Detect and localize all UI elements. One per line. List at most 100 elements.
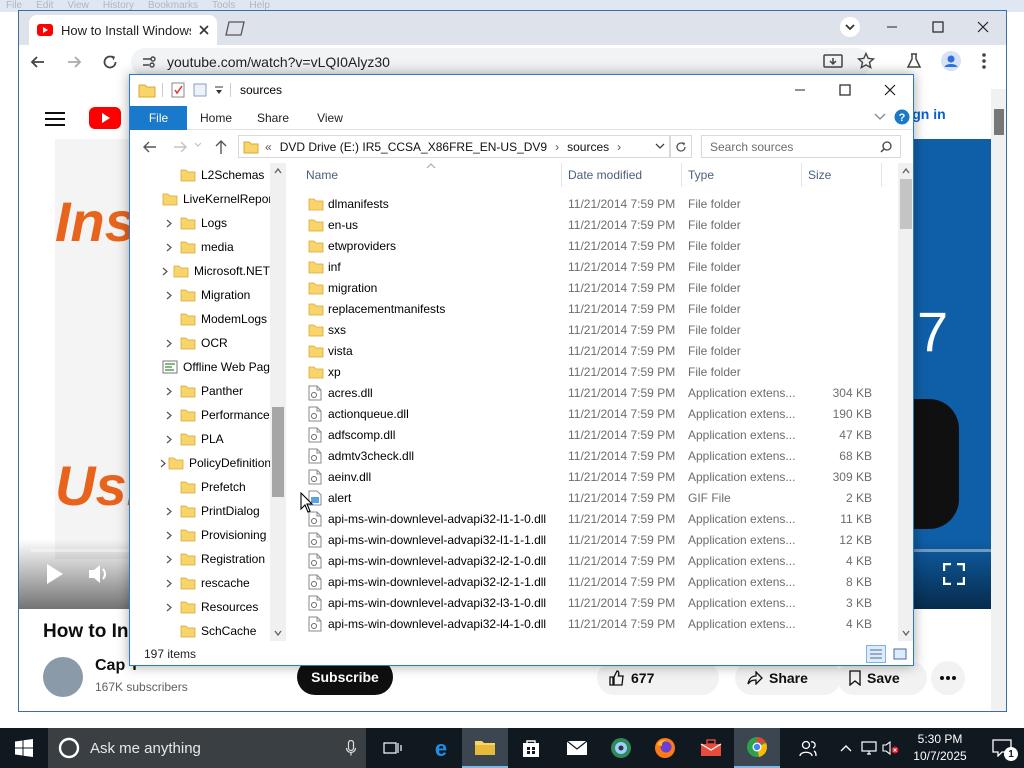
refresh-button[interactable] <box>670 135 692 158</box>
browser-tab-youtube[interactable]: How to Install Windows <box>29 15 217 45</box>
bookmark-star-icon[interactable] <box>857 52 875 70</box>
up-arrow-icon[interactable] <box>214 139 228 155</box>
nav-item[interactable]: Resources <box>130 595 270 619</box>
file-row[interactable]: acres.dll 11/21/2014 7:59 PM Application e… <box>300 382 898 403</box>
recent-locations-icon[interactable] <box>194 142 202 148</box>
column-header-type[interactable]: Type <box>682 163 802 187</box>
nav-item[interactable]: Offline Web Pages <box>130 355 270 379</box>
file-row[interactable]: sxs 11/21/2014 7:59 PM File folder <box>300 319 898 340</box>
scroll-down-arrow-icon[interactable] <box>898 625 913 641</box>
nav-item[interactable]: Prefetch <box>130 475 270 499</box>
nav-item[interactable]: Provisioning <box>130 523 270 547</box>
file-row[interactable]: api-ms-win-downlevel-advapi32-l1-1-1.dll… <box>300 529 898 550</box>
profile-avatar-icon[interactable] <box>941 51 961 71</box>
play-icon[interactable] <box>45 563 65 585</box>
explorer-address-bar[interactable]: « DVD Drive (E:) IR5_CCSA_X86FRE_EN-US_D… <box>238 135 670 158</box>
nav-item[interactable]: media <box>130 235 270 259</box>
youtube-logo-icon[interactable] <box>89 107 121 131</box>
new-tab-button[interactable] <box>223 19 247 37</box>
network-tray-button[interactable] <box>858 728 880 768</box>
nav-item[interactable]: Microsoft.NET <box>130 259 270 283</box>
expand-chevron-icon[interactable] <box>160 603 178 612</box>
action-center-button[interactable]: 1 <box>980 728 1024 768</box>
taskbar-store-button[interactable] <box>508 728 554 768</box>
expand-ribbon-icon[interactable] <box>874 113 886 121</box>
taskbar-search-box[interactable]: Ask me anything <box>48 728 366 768</box>
browser-close-button[interactable] <box>960 11 1006 43</box>
column-header-date-modified[interactable]: Date modified <box>562 163 682 187</box>
address-segment-drive[interactable]: DVD Drive (E:) IR5_CCSA_X86FRE_EN-US_DV9 <box>280 140 547 154</box>
expand-chevron-icon[interactable] <box>160 339 178 348</box>
taskbar-network-app-button[interactable] <box>598 728 644 768</box>
nav-item[interactable]: OCR <box>130 331 270 355</box>
ribbon-tab-share[interactable]: Share <box>248 105 298 130</box>
address-overflow[interactable]: « <box>265 140 272 154</box>
taskbar-clock[interactable]: 5:30 PM 10/7/2025 <box>902 731 978 765</box>
file-row[interactable]: aeinv.dll 11/21/2014 7:59 PM Application e… <box>300 466 898 487</box>
file-row[interactable]: api-ms-win-downlevel-advapi32-l2-1-1.dll… <box>300 571 898 592</box>
address-separator-icon[interactable]: › <box>555 140 559 154</box>
expand-chevron-icon[interactable] <box>160 531 178 540</box>
nav-item[interactable]: Logs <box>130 211 270 235</box>
ribbon-tab-file[interactable]: File <box>130 106 187 130</box>
nav-item[interactable]: LiveKernelReports <box>130 187 270 211</box>
start-button[interactable] <box>0 728 48 768</box>
expand-chevron-icon[interactable] <box>160 243 178 252</box>
taskbar-firefox-button[interactable] <box>642 728 688 768</box>
nav-item[interactable]: Panther <box>130 379 270 403</box>
address-segment-sources[interactable]: sources <box>567 140 609 154</box>
file-row[interactable]: migration 11/21/2014 7:59 PM File folder <box>300 277 898 298</box>
help-icon[interactable]: ? <box>894 109 910 125</box>
nav-item[interactable]: L2Schemas <box>130 163 270 187</box>
file-row[interactable]: alert 11/21/2014 7:59 PM GIF File 2 KB <box>300 487 898 508</box>
address-bar[interactable]: youtube.com/watch?v=vLQI0Alyz30 <box>131 48 871 76</box>
expand-chevron-icon[interactable] <box>160 507 178 516</box>
volume-tray-button[interactable] <box>880 728 902 768</box>
nav-item[interactable]: PrintDialog <box>130 499 270 523</box>
file-row[interactable]: api-ms-win-downlevel-advapi32-l3-1-0.dll… <box>300 592 898 613</box>
file-list-scroll-thumb[interactable] <box>900 179 912 229</box>
details-view-button[interactable] <box>866 645 886 663</box>
expand-chevron-icon[interactable] <box>160 291 178 300</box>
reload-icon[interactable] <box>101 53 119 71</box>
nav-item[interactable]: Registration <box>130 547 270 571</box>
task-view-button[interactable] <box>370 728 416 768</box>
explorer-search-box[interactable]: Search sources <box>701 135 901 158</box>
explorer-forward-icon[interactable] <box>172 140 188 154</box>
scroll-down-arrow-icon[interactable] <box>270 625 286 641</box>
file-row[interactable]: admtv3check.dll 11/21/2014 7:59 PM Applica… <box>300 445 898 466</box>
file-row[interactable]: api-ms-win-downlevel-advapi32-l4-1-0.dll… <box>300 613 898 634</box>
search-icon[interactable] <box>880 140 892 153</box>
nav-item[interactable]: Migration <box>130 283 270 307</box>
page-scrollbar[interactable] <box>991 89 1006 711</box>
explorer-minimize-button[interactable] <box>777 75 823 105</box>
browser-maximize-button[interactable] <box>915 11 961 43</box>
navigation-scroll-thumb[interactable] <box>272 407 284 497</box>
browser-minimize-button[interactable] <box>869 11 915 43</box>
explorer-close-button[interactable] <box>867 75 913 105</box>
quick-access-dropdown-icon[interactable] <box>214 83 224 97</box>
hamburger-menu-icon[interactable] <box>45 111 65 127</box>
fullscreen-icon[interactable] <box>943 563 965 585</box>
new-folder-icon[interactable] <box>192 82 208 98</box>
expand-chevron-icon[interactable] <box>160 435 178 444</box>
address-separator-icon[interactable]: › <box>617 140 621 154</box>
column-header-size[interactable]: Size <box>802 163 882 187</box>
forward-arrow-icon[interactable] <box>65 53 83 71</box>
ribbon-tab-home[interactable]: Home <box>190 105 242 130</box>
expand-chevron-icon[interactable] <box>160 411 178 420</box>
back-arrow-icon[interactable] <box>29 53 47 71</box>
microphone-icon[interactable] <box>346 740 356 756</box>
file-row[interactable]: dlmanifests 11/21/2014 7:59 PM File folder <box>300 193 898 214</box>
file-row[interactable]: xp 11/21/2014 7:59 PM File folder <box>300 361 898 382</box>
browser-menu-icon[interactable] <box>981 52 987 70</box>
like-button[interactable]: 677 <box>597 661 719 695</box>
explorer-maximize-button[interactable] <box>822 75 868 105</box>
address-dropdown-icon[interactable] <box>655 142 665 150</box>
channel-avatar[interactable] <box>43 657 83 697</box>
tab-search-button[interactable] <box>827 11 873 43</box>
share-button[interactable]: Share <box>735 661 841 695</box>
file-row[interactable]: etwproviders 11/21/2014 7:59 PM File folde… <box>300 235 898 256</box>
scroll-up-arrow-icon[interactable] <box>898 163 913 179</box>
nav-item[interactable]: PLA <box>130 427 270 451</box>
